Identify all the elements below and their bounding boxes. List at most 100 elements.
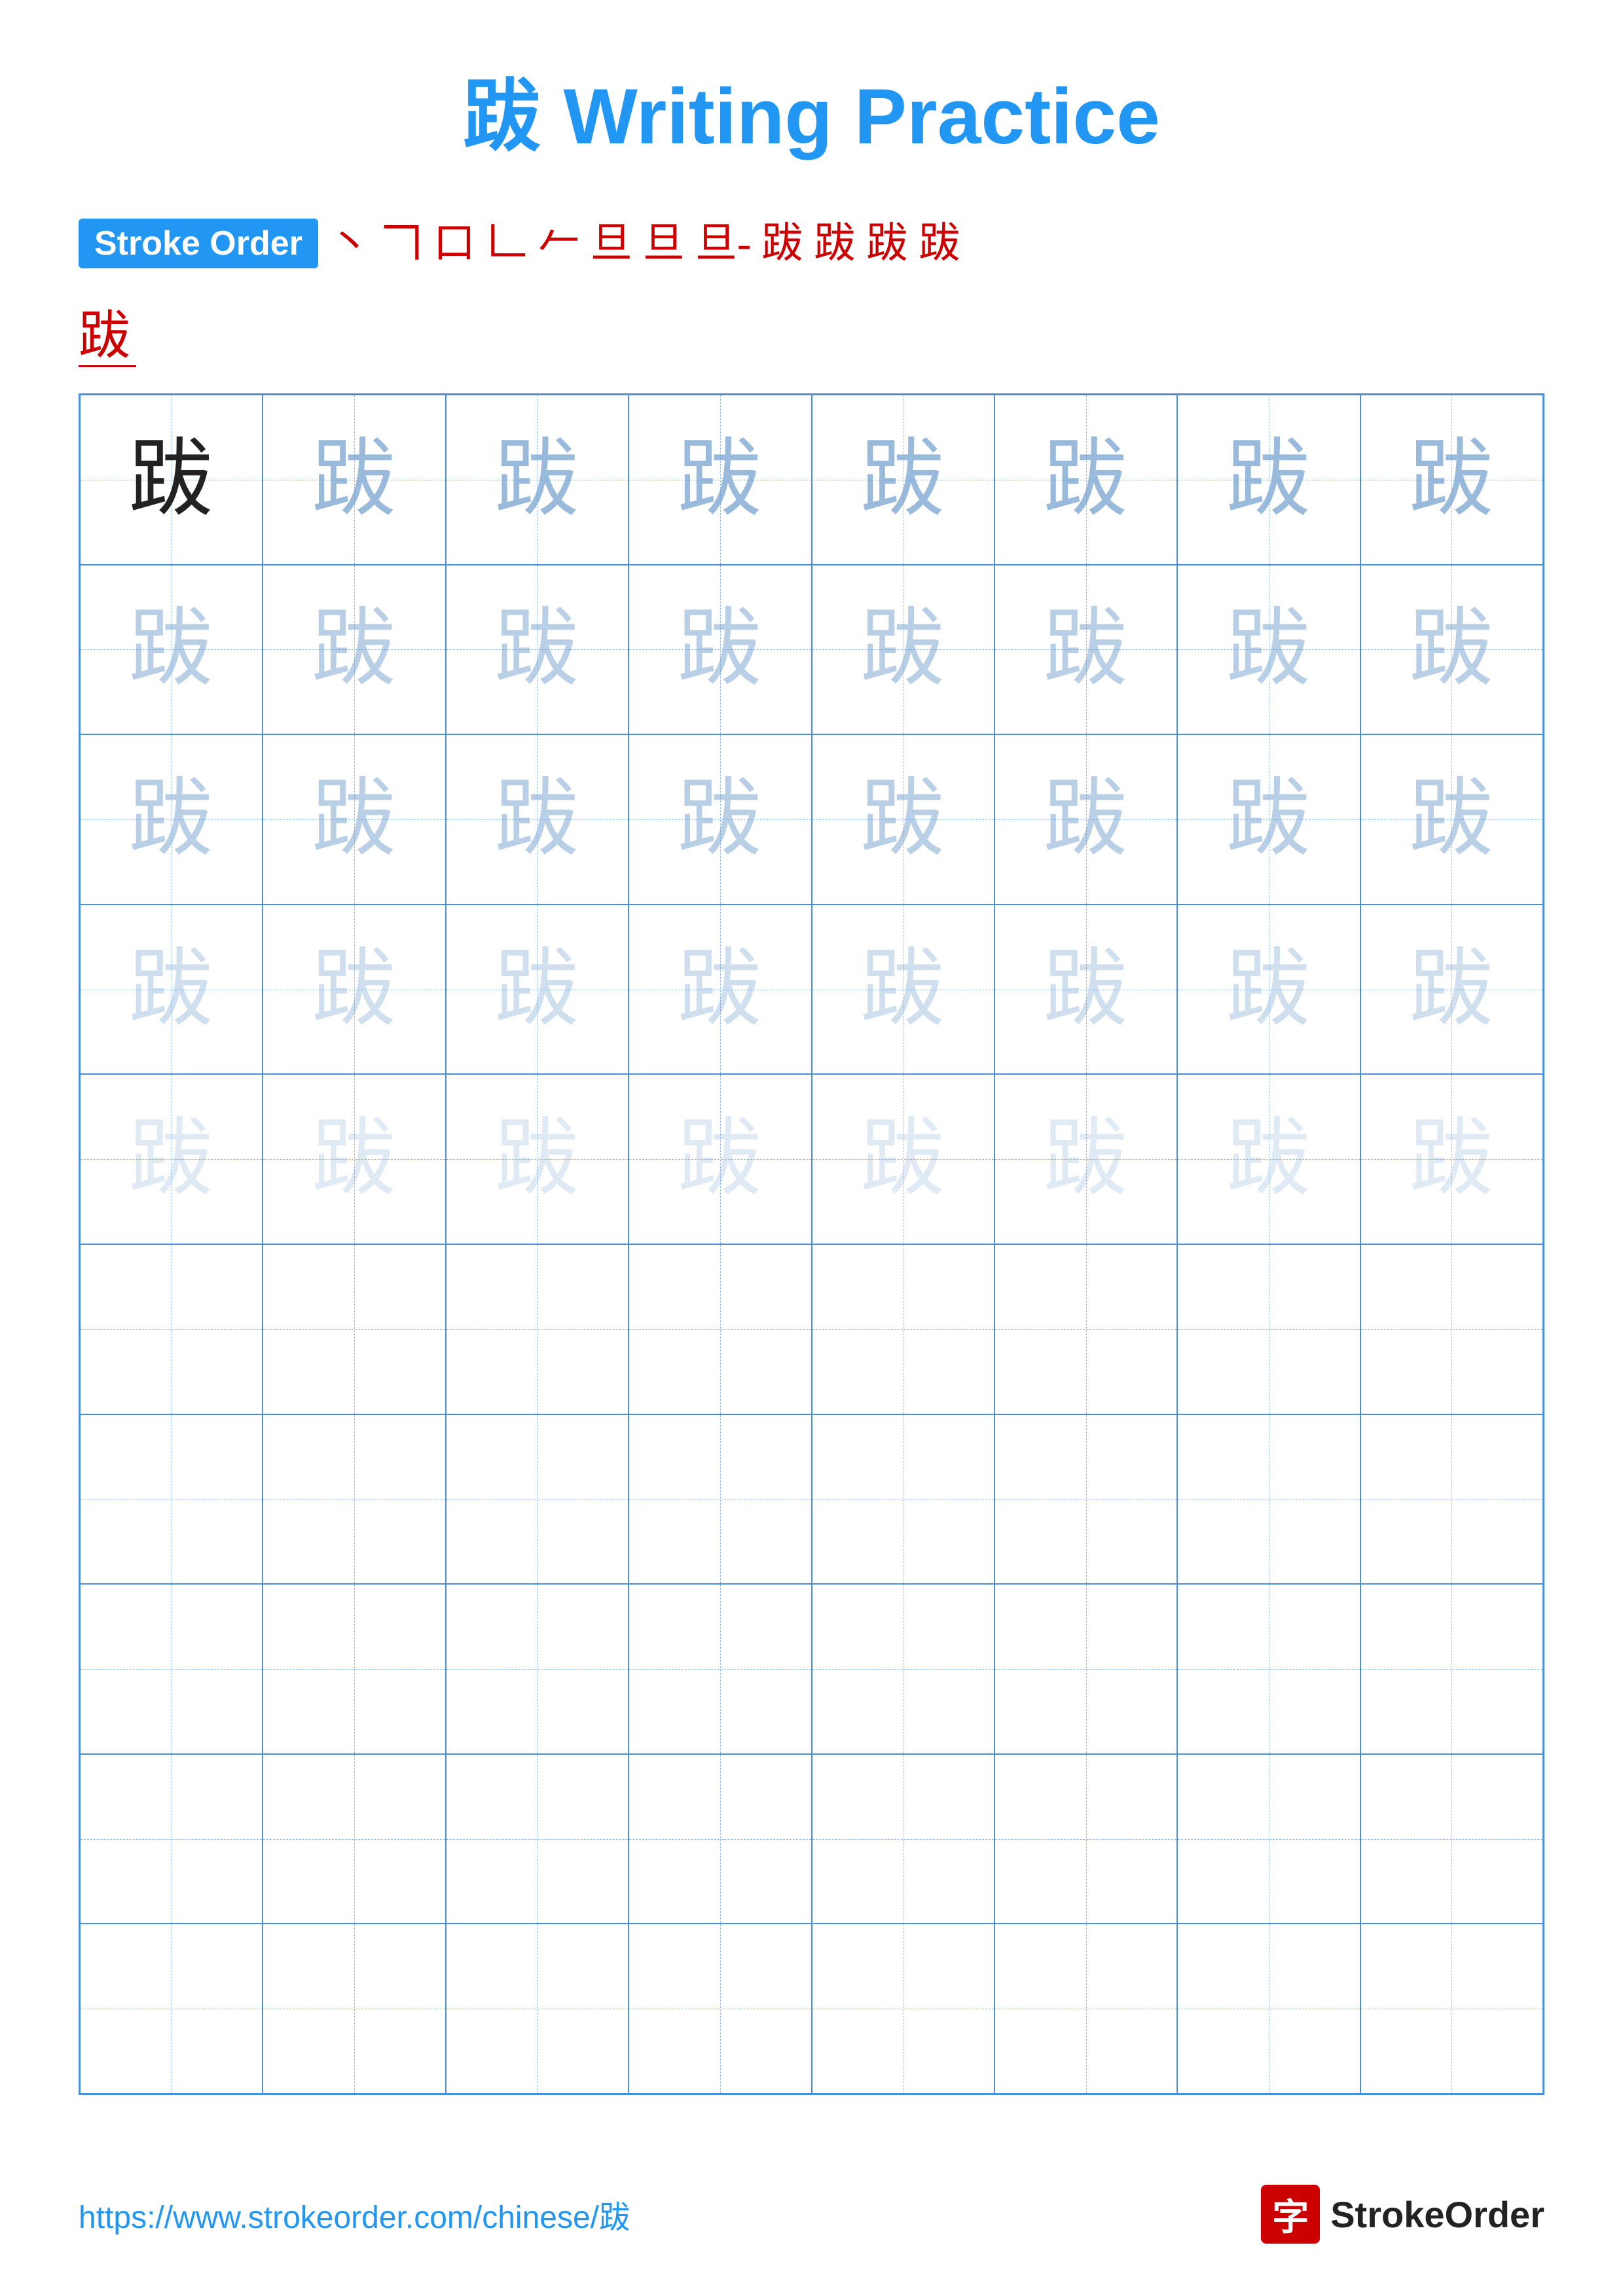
grid-cell[interactable] bbox=[1177, 1754, 1360, 1924]
char-display: 跋 bbox=[678, 777, 763, 862]
grid-cell[interactable]: 跋 bbox=[80, 395, 263, 565]
grid-cell[interactable] bbox=[263, 1584, 445, 1754]
grid-cell[interactable] bbox=[994, 1244, 1177, 1414]
grid-cell[interactable] bbox=[994, 1414, 1177, 1585]
grid-cell[interactable]: 跋 bbox=[1360, 1074, 1543, 1244]
grid-cell[interactable] bbox=[629, 1244, 811, 1414]
grid-cell[interactable]: 跋 bbox=[629, 395, 811, 565]
grid-cell[interactable] bbox=[1360, 1924, 1543, 2094]
grid-cell[interactable]: 跋 bbox=[263, 395, 445, 565]
char-display: 跋 bbox=[678, 1117, 763, 1202]
char-display: 跋 bbox=[129, 437, 214, 522]
grid-cell[interactable] bbox=[1177, 1584, 1360, 1754]
grid-cell[interactable]: 跋 bbox=[1177, 565, 1360, 735]
grid-cell[interactable] bbox=[994, 1584, 1177, 1754]
grid-cell[interactable] bbox=[263, 1414, 445, 1585]
grid-cell[interactable] bbox=[629, 1414, 811, 1585]
grid-cell[interactable]: 跋 bbox=[1360, 734, 1543, 905]
grid-cell[interactable]: 跋 bbox=[1177, 905, 1360, 1075]
grid-cell[interactable]: 跋 bbox=[994, 1074, 1177, 1244]
char-display: 跋 bbox=[860, 1117, 945, 1202]
page: 跋 Writing Practice Stroke Order 丶 𠃍 口 𠃊 … bbox=[0, 0, 1623, 2296]
grid-cell[interactable] bbox=[446, 1414, 629, 1585]
grid-cell[interactable]: 跋 bbox=[263, 1074, 445, 1244]
grid-cell[interactable]: 跋 bbox=[446, 734, 629, 905]
grid-cell[interactable] bbox=[1177, 1924, 1360, 2094]
grid-cell[interactable]: 跋 bbox=[1177, 395, 1360, 565]
footer-logo-text: StrokeOrder bbox=[1330, 2193, 1544, 2236]
grid-cell[interactable] bbox=[80, 1584, 263, 1754]
grid-cell[interactable]: 跋 bbox=[812, 734, 994, 905]
grid-cell[interactable]: 跋 bbox=[812, 395, 994, 565]
grid-cell[interactable] bbox=[446, 1244, 629, 1414]
grid-cell[interactable]: 跋 bbox=[629, 565, 811, 735]
grid-cell[interactable]: 跋 bbox=[812, 565, 994, 735]
char-display: 跋 bbox=[1226, 947, 1311, 1032]
grid-cell[interactable]: 跋 bbox=[1360, 905, 1543, 1075]
grid-cell[interactable] bbox=[80, 1924, 263, 2094]
grid-cell[interactable] bbox=[812, 1414, 994, 1585]
char-display: 跋 bbox=[494, 437, 579, 522]
grid-cell[interactable] bbox=[80, 1754, 263, 1924]
grid-cell[interactable] bbox=[1360, 1244, 1543, 1414]
grid-cell[interactable] bbox=[812, 1924, 994, 2094]
grid-cell[interactable] bbox=[629, 1924, 811, 2094]
grid-cell[interactable] bbox=[446, 1924, 629, 2094]
grid-cell[interactable]: 跋 bbox=[1177, 1074, 1360, 1244]
grid-cell[interactable]: 跋 bbox=[1177, 734, 1360, 905]
grid-cell[interactable]: 跋 bbox=[446, 905, 629, 1075]
stroke-final-char: 跋 bbox=[79, 308, 136, 367]
grid-cell[interactable]: 跋 bbox=[263, 565, 445, 735]
grid-cell[interactable] bbox=[80, 1414, 263, 1585]
grid-cell[interactable] bbox=[1360, 1754, 1543, 1924]
grid-cell[interactable] bbox=[263, 1924, 445, 2094]
grid-cell[interactable]: 跋 bbox=[994, 395, 1177, 565]
grid-cell[interactable] bbox=[629, 1584, 811, 1754]
grid-cell[interactable] bbox=[1360, 1584, 1543, 1754]
grid-cell[interactable]: 跋 bbox=[1360, 565, 1543, 735]
grid-cell[interactable]: 跋 bbox=[994, 565, 1177, 735]
grid-cell[interactable] bbox=[994, 1924, 1177, 2094]
stroke-3: 口 bbox=[429, 223, 479, 264]
grid-cell[interactable]: 跋 bbox=[263, 905, 445, 1075]
grid-cell[interactable] bbox=[812, 1754, 994, 1924]
grid-cell[interactable] bbox=[812, 1584, 994, 1754]
grid-cell[interactable]: 跋 bbox=[629, 734, 811, 905]
grid-cell[interactable] bbox=[1360, 1414, 1543, 1585]
grid-cell[interactable] bbox=[994, 1754, 1177, 1924]
grid-cell[interactable]: 跋 bbox=[80, 905, 263, 1075]
grid-cell[interactable]: 跋 bbox=[1360, 395, 1543, 565]
grid-cell[interactable]: 跋 bbox=[812, 1074, 994, 1244]
grid-cell[interactable]: 跋 bbox=[812, 905, 994, 1075]
char-display: 跋 bbox=[494, 947, 579, 1032]
grid-cell[interactable]: 跋 bbox=[263, 734, 445, 905]
grid-cell[interactable]: 跋 bbox=[80, 734, 263, 905]
char-display: 跋 bbox=[860, 607, 945, 692]
grid-cell[interactable]: 跋 bbox=[446, 565, 629, 735]
grid-cell[interactable] bbox=[446, 1754, 629, 1924]
footer-url[interactable]: https://www.strokeorder.com/chinese/跋 bbox=[79, 2191, 630, 2237]
grid-cell[interactable]: 跋 bbox=[80, 1074, 263, 1244]
grid-cell[interactable] bbox=[263, 1244, 445, 1414]
stroke-4: 𠃊 bbox=[482, 223, 532, 264]
stroke-8: 旦- bbox=[691, 223, 755, 264]
grid-cell[interactable]: 跋 bbox=[629, 1074, 811, 1244]
char-display: 跋 bbox=[1044, 947, 1129, 1032]
grid-cell[interactable] bbox=[812, 1244, 994, 1414]
grid-cell[interactable] bbox=[629, 1754, 811, 1924]
grid-cell[interactable] bbox=[263, 1754, 445, 1924]
grid-cell[interactable] bbox=[446, 1584, 629, 1754]
grid-cell[interactable] bbox=[1177, 1414, 1360, 1585]
grid-cell[interactable]: 跋 bbox=[446, 1074, 629, 1244]
grid-cell[interactable] bbox=[1177, 1244, 1360, 1414]
char-display: 跋 bbox=[1044, 777, 1129, 862]
char-display: 跋 bbox=[1409, 437, 1494, 522]
char-display: 跋 bbox=[312, 777, 397, 862]
grid-cell[interactable]: 跋 bbox=[446, 395, 629, 565]
grid-cell[interactable]: 跋 bbox=[629, 905, 811, 1075]
grid-cell[interactable]: 跋 bbox=[994, 905, 1177, 1075]
char-display: 跋 bbox=[1044, 1117, 1129, 1202]
grid-cell[interactable]: 跋 bbox=[80, 565, 263, 735]
grid-cell[interactable]: 跋 bbox=[994, 734, 1177, 905]
grid-cell[interactable] bbox=[80, 1244, 263, 1414]
